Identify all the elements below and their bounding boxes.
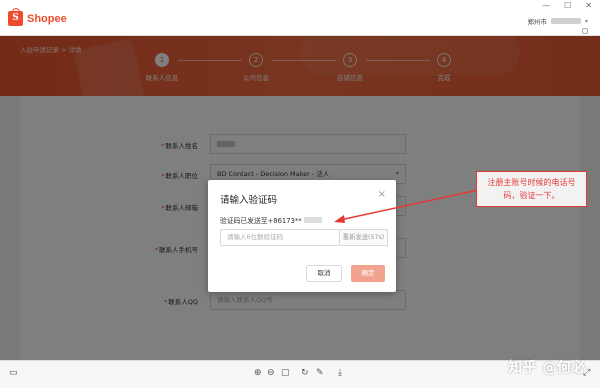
rotate-icon[interactable]: ↻ [301,368,309,378]
logo-text: Shopee [27,12,67,25]
edit-icon[interactable]: ✎ [316,368,324,378]
dialog-title: 请输入验证码 [220,195,278,206]
fit-icon[interactable]: ▢ [281,368,290,378]
redacted-username [550,18,581,24]
zoom-out-icon[interactable]: ⊖ [267,368,275,378]
download-icon[interactable]: ⤓ [338,368,342,378]
close-window-icon[interactable]: ✕ [585,1,592,10]
annotation-note: 注册主账号时候的电话号码，验证一下。 [476,171,587,207]
minimize-icon[interactable]: — [542,1,550,10]
maximize-icon[interactable]: ☐ [564,1,571,10]
confirm-button[interactable]: 确定 [351,265,385,282]
watermark: 知乎 @何必 [508,360,586,376]
screen-icon[interactable]: ▭ [9,368,18,378]
redacted-phone [303,217,322,223]
annotation-arrow [334,189,479,223]
chevron-down-icon: ▾ [584,17,588,25]
shopee-bag-icon: S [8,8,23,26]
code-sent-text: 验证码已发送至+86173** [220,215,322,225]
window-titlebar: S Shopee — ☐ ✕ 郑州市 ▾ [0,0,600,36]
user-menu[interactable]: 郑州市 ▾ [527,16,588,27]
zoom-in-icon[interactable]: ⊕ [254,368,262,378]
cancel-button[interactable]: 取消 [306,265,342,282]
verification-code-input[interactable]: 请输入6位数验证码 [220,229,340,246]
window-controls: — ☐ ✕ [542,1,592,10]
shopee-logo: S Shopee [8,8,67,26]
resend-button[interactable]: 重新发送(57s) [340,229,388,246]
user-label: 郑州市 [527,18,547,26]
settings-icon[interactable] [582,28,588,34]
